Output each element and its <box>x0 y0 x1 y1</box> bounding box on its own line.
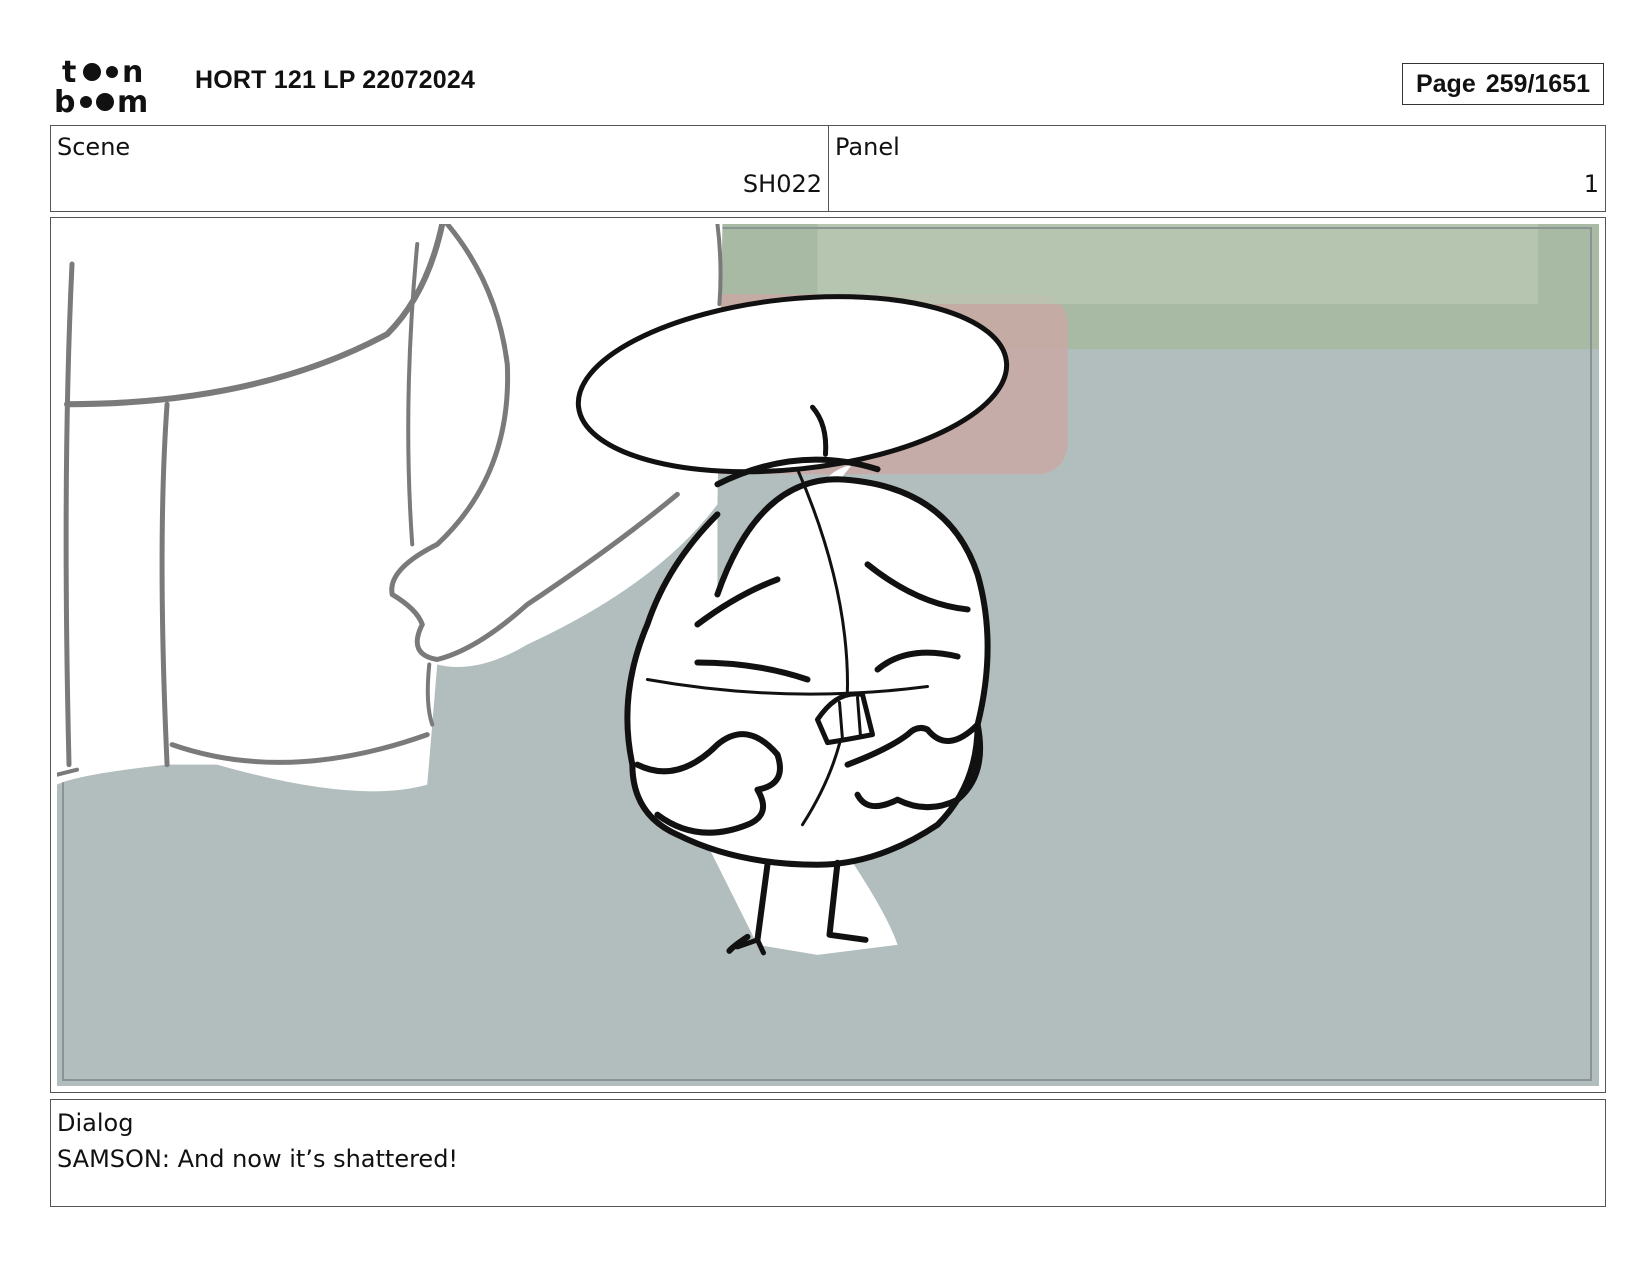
wall-highlight <box>817 224 1538 305</box>
page-label: Page <box>1415 69 1476 98</box>
dialog-label: Dialog <box>57 1109 134 1137</box>
document-title: HORT 121 LP 22072024 <box>195 66 476 94</box>
dialog-text: SAMSON: And now it’s shattered! <box>57 1145 459 1173</box>
storyboard-drawing <box>57 224 1599 1086</box>
scene-panel-row: Scene SH022 Panel 1 <box>50 125 1606 212</box>
scene-label: Scene <box>57 133 131 161</box>
storyboard-panel-image <box>50 217 1606 1093</box>
toon-boom-logo: t n b m <box>54 55 148 116</box>
svg-text:b: b <box>54 85 75 116</box>
svg-text:m: m <box>117 85 148 116</box>
panel-cell: Panel 1 <box>829 126 1605 211</box>
scene-cell: Scene SH022 <box>51 126 829 211</box>
panel-label: Panel <box>835 133 900 161</box>
scene-value: SH022 <box>742 170 822 198</box>
page-number: 259/1651 <box>1485 69 1591 98</box>
page-indicator: Page 259/1651 <box>1402 63 1604 105</box>
panel-value: 1 <box>1583 170 1599 198</box>
dialog-section: Dialog SAMSON: And now it’s shattered! <box>50 1099 1606 1207</box>
